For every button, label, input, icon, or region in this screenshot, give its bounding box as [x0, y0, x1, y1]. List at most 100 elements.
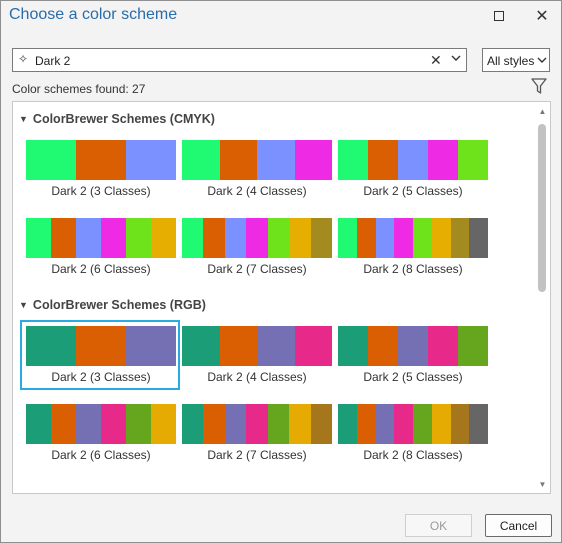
selection-highlight	[20, 320, 180, 390]
color-scheme-swatch[interactable]: Dark 2 (6 Classes)	[26, 218, 176, 276]
color-scheme-swatch[interactable]: Dark 2 (5 Classes)	[338, 140, 488, 198]
scheme-label: Dark 2 (6 Classes)	[51, 262, 151, 276]
color-class-block	[203, 404, 225, 444]
color-scheme-swatch[interactable]: Dark 2 (3 Classes)	[26, 140, 176, 198]
color-scheme-swatch[interactable]: Dark 2 (6 Classes)	[26, 404, 176, 462]
group-title: ColorBrewer Schemes (CMYK)	[32, 112, 215, 126]
scheme-label: Dark 2 (7 Classes)	[207, 448, 307, 462]
collapse-chevron-icon[interactable]: ▼	[19, 114, 28, 124]
maximize-icon	[494, 11, 504, 21]
color-class-block	[267, 404, 290, 444]
group-title: ColorBrewer Schemes (RGB)	[32, 298, 206, 312]
scheme-label: Dark 2 (5 Classes)	[363, 370, 463, 384]
sparkle-search-icon: ✧	[18, 52, 29, 66]
color-class-block	[126, 218, 151, 258]
ok-button[interactable]: OK	[405, 514, 472, 537]
style-filter-dropdown[interactable]: All styles	[482, 48, 550, 72]
color-ramp	[182, 404, 332, 444]
scheme-label: Dark 2 (4 Classes)	[207, 184, 307, 198]
cancel-button[interactable]: Cancel	[485, 514, 552, 537]
color-ramp	[338, 140, 488, 180]
color-scheme-swatch[interactable]: Dark 2 (7 Classes)	[182, 218, 332, 276]
maximize-button[interactable]	[488, 5, 510, 27]
vertical-scrollbar[interactable]: ▲ ▼	[534, 102, 550, 493]
color-class-block	[310, 218, 332, 258]
color-class-block	[126, 140, 176, 180]
color-class-block	[26, 218, 51, 258]
color-scheme-swatch[interactable]: Dark 2 (5 Classes)	[338, 326, 488, 384]
group-header[interactable]: ▼ ColorBrewer Schemes (CMYK)	[19, 112, 215, 126]
color-class-block	[76, 140, 126, 180]
color-class-block	[338, 326, 368, 366]
color-scheme-swatch[interactable]: Dark 2 (4 Classes)	[182, 326, 332, 384]
color-class-block	[458, 326, 488, 366]
color-class-block	[219, 326, 257, 366]
scheme-label: Dark 2 (3 Classes)	[51, 184, 151, 198]
scheme-search-combobox[interactable]: ✧ Dark 2 ✕	[12, 48, 467, 72]
color-class-block	[375, 404, 395, 444]
color-class-block	[338, 404, 357, 444]
color-ramp	[26, 218, 176, 258]
color-class-block	[76, 218, 101, 258]
color-class-block	[126, 404, 151, 444]
close-icon: ✕	[535, 8, 549, 25]
color-ramp	[182, 140, 332, 180]
color-class-block	[338, 140, 368, 180]
color-ramp	[338, 326, 488, 366]
scheme-label: Dark 2 (7 Classes)	[207, 262, 307, 276]
color-ramp	[26, 140, 176, 180]
color-class-block	[458, 140, 488, 180]
color-scheme-swatch[interactable]: Dark 2 (8 Classes)	[338, 218, 488, 276]
color-class-block	[224, 218, 247, 258]
clear-search-icon[interactable]: ✕	[430, 52, 442, 69]
color-class-block	[428, 326, 458, 366]
color-class-block	[151, 218, 176, 258]
color-class-block	[394, 404, 413, 444]
color-ramp	[338, 218, 488, 258]
scheme-gallery[interactable]: ▼ ColorBrewer Schemes (CMYK) Dark 2 (3 Cla…	[12, 101, 551, 494]
color-class-block	[375, 218, 395, 258]
scheme-label: Dark 2 (8 Classes)	[363, 448, 463, 462]
color-class-block	[356, 404, 376, 444]
scroll-down-icon[interactable]: ▼	[537, 480, 548, 491]
color-class-block	[246, 404, 268, 444]
color-class-block	[469, 218, 488, 258]
color-class-block	[182, 404, 204, 444]
color-class-block	[368, 326, 398, 366]
color-ramp	[26, 404, 176, 444]
color-class-block	[101, 218, 126, 258]
color-class-block	[267, 218, 290, 258]
color-scheme-swatch[interactable]: Dark 2 (4 Classes)	[182, 140, 332, 198]
color-scheme-swatch[interactable]: Dark 2 (7 Classes)	[182, 404, 332, 462]
color-class-block	[51, 404, 76, 444]
color-class-block	[431, 218, 451, 258]
search-input[interactable]: Dark 2	[35, 54, 70, 68]
scroll-up-icon[interactable]: ▲	[537, 107, 548, 118]
color-class-block	[398, 140, 428, 180]
color-ramp	[338, 404, 488, 444]
group-header[interactable]: ▼ ColorBrewer Schemes (RGB)	[19, 298, 206, 312]
color-ramp	[182, 218, 332, 258]
color-class-block	[26, 140, 76, 180]
color-class-block	[289, 218, 311, 258]
color-class-block	[203, 218, 225, 258]
color-scheme-swatch[interactable]: Dark 2 (8 Classes)	[338, 404, 488, 462]
color-class-block	[469, 404, 488, 444]
scroll-thumb[interactable]	[538, 124, 546, 292]
collapse-chevron-icon[interactable]: ▼	[19, 300, 28, 310]
color-class-block	[51, 218, 76, 258]
color-class-block	[289, 404, 311, 444]
color-class-block	[294, 140, 332, 180]
search-dropdown-chevron-icon[interactable]	[450, 52, 462, 67]
color-class-block	[431, 404, 451, 444]
results-count: Color schemes found: 27	[12, 82, 146, 96]
color-class-block	[26, 404, 51, 444]
close-button[interactable]: ✕	[531, 5, 553, 27]
color-class-block	[257, 140, 295, 180]
color-class-block	[101, 404, 126, 444]
funnel-filter-icon[interactable]	[531, 77, 547, 95]
color-class-block	[450, 218, 470, 258]
style-filter-value: All styles	[487, 54, 535, 68]
color-class-block	[151, 404, 176, 444]
color-class-block	[368, 140, 398, 180]
